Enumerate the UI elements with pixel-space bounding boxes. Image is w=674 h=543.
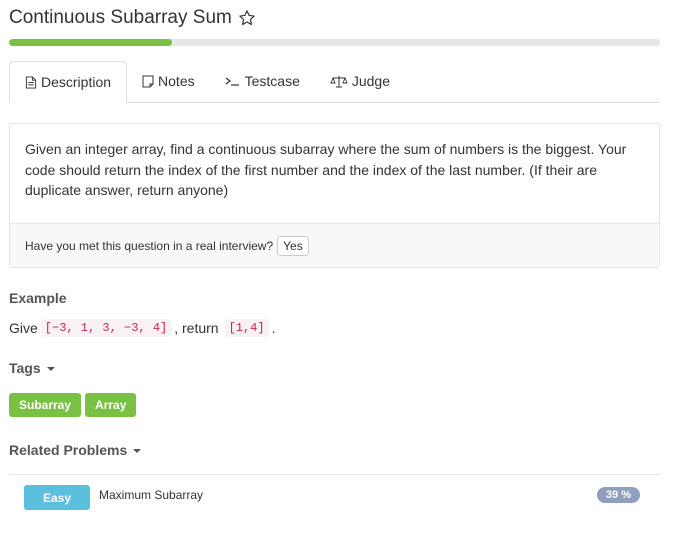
page-title: Continuous Subarray Sum xyxy=(9,7,232,28)
chevron-down-icon xyxy=(133,449,142,454)
tab-bar: Description Notes Testcase Judge xyxy=(9,61,660,103)
note-icon xyxy=(142,75,154,88)
tab-description[interactable]: Description xyxy=(9,61,128,103)
related-problems-toggle[interactable]: Related Problems xyxy=(9,442,142,458)
related-problem-item[interactable]: Easy Maximum Subarray 39 % xyxy=(24,485,640,511)
tag-array[interactable]: Array xyxy=(85,393,137,417)
problem-description: Given an integer array, find a continuou… xyxy=(25,141,627,198)
related-problem-link[interactable]: Maximum Subarray xyxy=(99,488,203,502)
tab-judge[interactable]: Judge xyxy=(315,61,405,101)
title-row: Continuous Subarray Sum xyxy=(9,7,256,29)
document-icon xyxy=(25,75,37,89)
tab-label: Testcase xyxy=(244,73,300,89)
description-panel: Given an integer array, find a continuou… xyxy=(9,123,660,268)
progress-bar xyxy=(9,39,660,46)
chevron-down-icon xyxy=(46,367,55,372)
interview-footer: Have you met this question in a real int… xyxy=(10,223,659,267)
tab-label: Judge xyxy=(351,73,391,89)
tags-toggle[interactable]: Tags xyxy=(9,360,55,376)
difficulty-badge: Easy xyxy=(24,485,90,510)
tab-testcase[interactable]: Testcase xyxy=(210,61,315,101)
related-problems-heading: Related Problems xyxy=(9,442,128,458)
example-give-text: Give xyxy=(9,320,38,336)
acceptance-rate-badge: 39 % xyxy=(596,487,640,503)
example-input-code: [−3, 1, 3, −3, 4] xyxy=(40,319,172,337)
interview-question-label: Have you met this question in a real int… xyxy=(25,238,274,253)
example-period: . xyxy=(271,320,276,336)
tab-label: Notes xyxy=(158,73,195,89)
example-output-code: [1,4] xyxy=(224,319,269,337)
progress-fill xyxy=(9,39,172,46)
yes-button[interactable]: Yes xyxy=(277,235,309,256)
example-return-text: , return xyxy=(174,320,219,336)
example-line: Give [−3, 1, 3, −3, 4] , return [1,4] . xyxy=(9,319,275,337)
tags-heading: Tags xyxy=(9,360,41,376)
tag-subarray[interactable]: Subarray xyxy=(9,393,82,417)
star-icon[interactable] xyxy=(238,9,256,27)
tag-list: Subarray Array xyxy=(9,393,140,417)
tab-notes[interactable]: Notes xyxy=(127,61,210,101)
scale-icon xyxy=(330,75,348,88)
tab-label: Description xyxy=(41,74,112,90)
divider xyxy=(9,474,660,475)
example-heading: Example xyxy=(9,290,67,306)
terminal-icon xyxy=(225,75,241,87)
